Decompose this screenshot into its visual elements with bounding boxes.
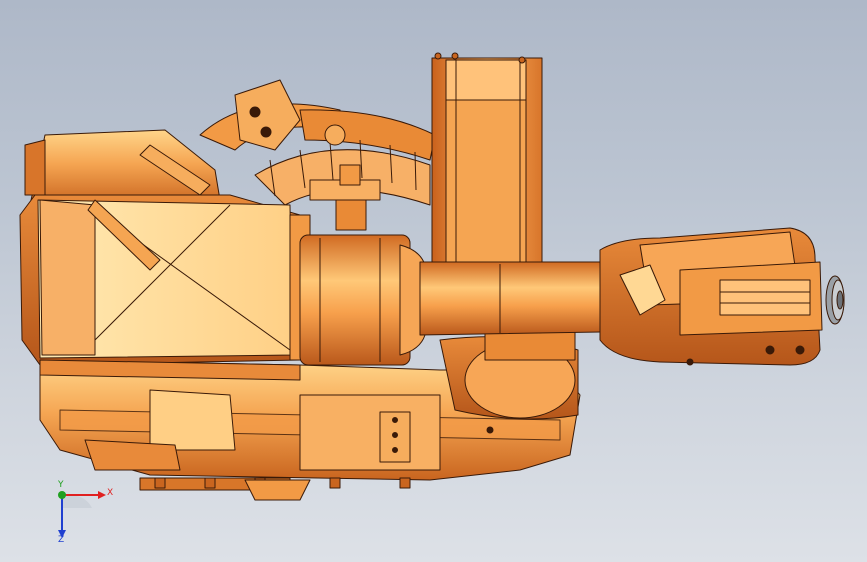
view-orientation-triad[interactable]: X Y Z [40, 478, 120, 548]
robot-arm-model[interactable] [0, 0, 867, 562]
wrist-housing [599, 227, 823, 366]
cad-viewport[interactable]: X Y Z [0, 0, 867, 562]
main-housing [19, 129, 311, 381]
bracket-plate [234, 79, 301, 151]
forearm-tube [419, 261, 621, 336]
x-axis-label: X [107, 488, 114, 498]
z-axis-label: Z [58, 535, 65, 545]
y-axis-dot [58, 491, 66, 499]
tool-flange [825, 275, 845, 325]
vertical-motor-column [431, 52, 543, 269]
y-axis-label: Y [58, 480, 64, 490]
upper-arm-cylinder [299, 234, 426, 366]
